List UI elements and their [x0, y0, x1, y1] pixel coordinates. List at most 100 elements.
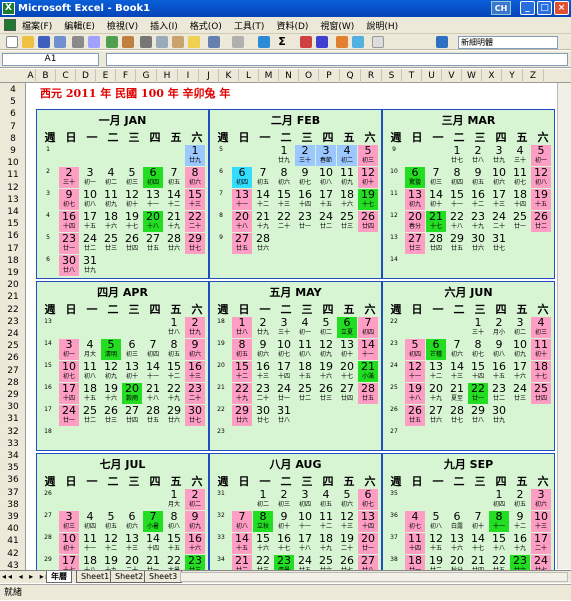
font-select[interactable]: 新細明體: [458, 36, 558, 49]
day-cell[interactable]: 6 立夏: [337, 317, 357, 338]
day-cell[interactable]: 21 十八: [143, 383, 163, 404]
day-cell[interactable]: 28 廿五: [358, 383, 378, 404]
day-cell[interactable]: 24廿五: [295, 555, 315, 570]
day-cell[interactable]: 4 初三: [531, 317, 551, 338]
day-cell[interactable]: 19 十六: [316, 361, 336, 382]
day-cell[interactable]: 16 十九: [510, 533, 530, 554]
day-cell[interactable]: 1 廿九: [185, 145, 205, 166]
formula-input[interactable]: [106, 53, 568, 66]
day-cell[interactable]: 23 二十: [185, 383, 205, 404]
column-header[interactable]: X: [482, 69, 502, 83]
day-cell[interactable]: 8 初六: [274, 167, 294, 188]
row-header[interactable]: 16: [0, 231, 26, 241]
column-header[interactable]: K: [219, 69, 239, 83]
day-cell[interactable]: 1 廿八: [232, 317, 252, 338]
day-cell[interactable]: 10 初六: [489, 167, 509, 188]
row-header[interactable]: 29: [0, 390, 26, 400]
day-cell[interactable]: 18 十四: [510, 189, 530, 210]
day-cell[interactable]: 18 十七: [531, 361, 551, 382]
row-header[interactable]: 14: [0, 207, 26, 217]
day-cell[interactable]: 11 初七: [510, 167, 530, 188]
day-cell[interactable]: 13 十二: [426, 361, 446, 382]
row-header[interactable]: 33: [0, 439, 26, 449]
row-header[interactable]: 26: [0, 353, 26, 363]
day-cell[interactable]: 9 初七: [295, 167, 315, 188]
day-cell[interactable]: 3 初三: [59, 511, 79, 532]
day-cell[interactable]: 1 月大: [164, 489, 184, 510]
day-cell[interactable]: 3 初二: [510, 317, 530, 338]
day-cell[interactable]: 24 廿三: [510, 383, 530, 404]
column-header[interactable]: U: [422, 69, 442, 83]
menu-data[interactable]: 資料(D): [276, 19, 308, 32]
day-cell[interactable]: 16 十七: [274, 533, 294, 554]
day-cell[interactable]: 3 初六: [531, 489, 551, 510]
day-cell[interactable]: 21 小滿: [358, 361, 378, 382]
tab-year-calendar[interactable]: 年曆: [46, 571, 72, 583]
row-header[interactable]: 41: [0, 536, 26, 546]
day-cell[interactable]: 19 十五: [531, 189, 551, 210]
day-cell[interactable]: 11 十一: [80, 533, 100, 554]
minimize-button[interactable]: _: [520, 1, 535, 15]
day-cell[interactable]: 17 十五: [80, 211, 100, 232]
day-cell[interactable]: 25 廿二: [295, 383, 315, 404]
day-cell[interactable]: 21廿二: [232, 555, 252, 570]
day-cell[interactable]: 9 初六: [185, 339, 205, 360]
day-cell[interactable]: 13 初十: [122, 361, 142, 382]
day-cell[interactable]: 26 廿五: [405, 405, 425, 426]
row-header[interactable]: 19: [0, 268, 26, 278]
column-header[interactable]: O: [299, 69, 319, 83]
day-cell[interactable]: 10 初八: [316, 167, 336, 188]
day-cell[interactable]: 23 十九: [468, 211, 488, 232]
row-header[interactable]: 12: [0, 183, 26, 193]
column-header[interactable]: V: [442, 69, 462, 83]
day-cell[interactable]: 18 十九: [316, 533, 336, 554]
day-cell[interactable]: 16 十三: [253, 361, 273, 382]
day-cell[interactable]: 13 十一: [143, 189, 163, 210]
day-cell[interactable]: 7 初五: [253, 167, 273, 188]
column-header[interactable]: Y: [502, 69, 523, 83]
day-cell[interactable]: 22廿五: [489, 555, 509, 570]
day-cell[interactable]: 5 初八: [426, 511, 446, 532]
column-header[interactable]: D: [76, 69, 96, 83]
document-icon[interactable]: [4, 19, 16, 31]
row-header[interactable]: 11: [0, 170, 26, 180]
column-header[interactable]: E: [96, 69, 116, 83]
day-cell[interactable]: 17 十六: [510, 361, 530, 382]
day-cell[interactable]: 4 初一: [295, 317, 315, 338]
row-header[interactable]: 22: [0, 305, 26, 315]
print-icon[interactable]: [72, 36, 84, 48]
day-cell[interactable]: 4 初七: [405, 511, 425, 532]
day-cell[interactable]: 12 十三: [337, 511, 357, 532]
day-cell[interactable]: 10 初七: [274, 339, 294, 360]
day-cell[interactable]: 30 廿七: [253, 405, 273, 426]
column-header[interactable]: R: [361, 69, 382, 83]
day-cell[interactable]: 3 三十: [274, 317, 294, 338]
day-cell[interactable]: 26 廿二: [531, 211, 551, 232]
day-cell[interactable]: 27 廿五: [143, 233, 163, 254]
day-cell[interactable]: 8 立秋: [253, 511, 273, 532]
day-cell[interactable]: 25 廿三: [337, 211, 357, 232]
day-cell[interactable]: 2 初五: [510, 489, 530, 510]
format-painter-icon[interactable]: [188, 36, 200, 48]
day-cell[interactable]: 24 二十: [489, 211, 509, 232]
day-cell[interactable]: 12 初十: [122, 189, 142, 210]
day-cell[interactable]: 18 十五: [295, 361, 315, 382]
row-header[interactable]: 17: [0, 244, 26, 254]
day-cell[interactable]: 12 十一: [405, 361, 425, 382]
day-cell[interactable]: 8 初六: [185, 167, 205, 188]
menu-insert[interactable]: 插入(I): [150, 19, 178, 32]
day-cell[interactable]: 24廿七: [531, 555, 551, 570]
day-cell[interactable]: 25 廿二: [80, 405, 100, 426]
day-cell[interactable]: 4 初五: [316, 489, 336, 510]
permission-icon[interactable]: [54, 36, 66, 48]
day-cell[interactable]: 19 十七: [358, 189, 378, 210]
day-cell[interactable]: 14 十四: [143, 533, 163, 554]
day-cell[interactable]: 28 廿六: [164, 233, 184, 254]
row-header[interactable]: 13: [0, 195, 26, 205]
day-cell[interactable]: 20 穀雨: [122, 383, 142, 404]
day-cell[interactable]: 6 驚蟄: [405, 167, 425, 188]
day-cell[interactable]: 22 二十: [185, 211, 205, 232]
menu-help[interactable]: 說明(H): [366, 19, 398, 32]
column-header[interactable]: C: [56, 69, 76, 83]
row-header[interactable]: 39: [0, 512, 26, 522]
